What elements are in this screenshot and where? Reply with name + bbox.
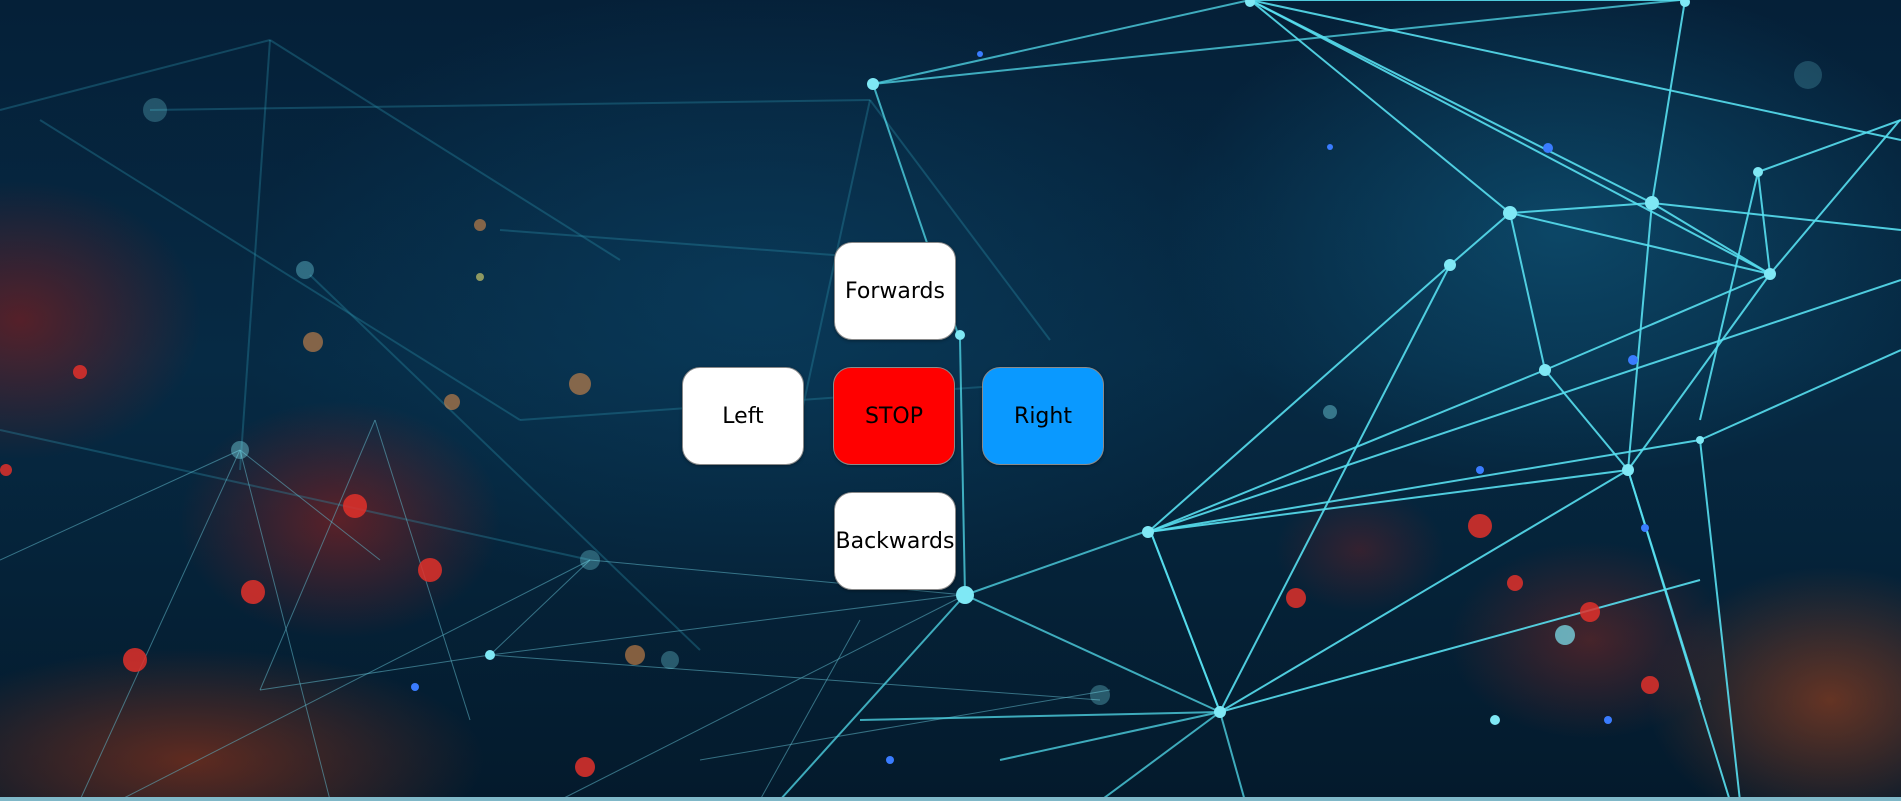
left-button[interactable]: Left bbox=[682, 367, 804, 465]
forwards-button[interactable]: Forwards bbox=[834, 242, 956, 340]
page-background: Forwards Left STOP Right Backwards bbox=[0, 0, 1901, 801]
bottom-divider bbox=[0, 797, 1901, 801]
stop-button[interactable]: STOP bbox=[833, 367, 955, 465]
backwards-button[interactable]: Backwards bbox=[834, 492, 956, 590]
right-button[interactable]: Right bbox=[982, 367, 1104, 465]
